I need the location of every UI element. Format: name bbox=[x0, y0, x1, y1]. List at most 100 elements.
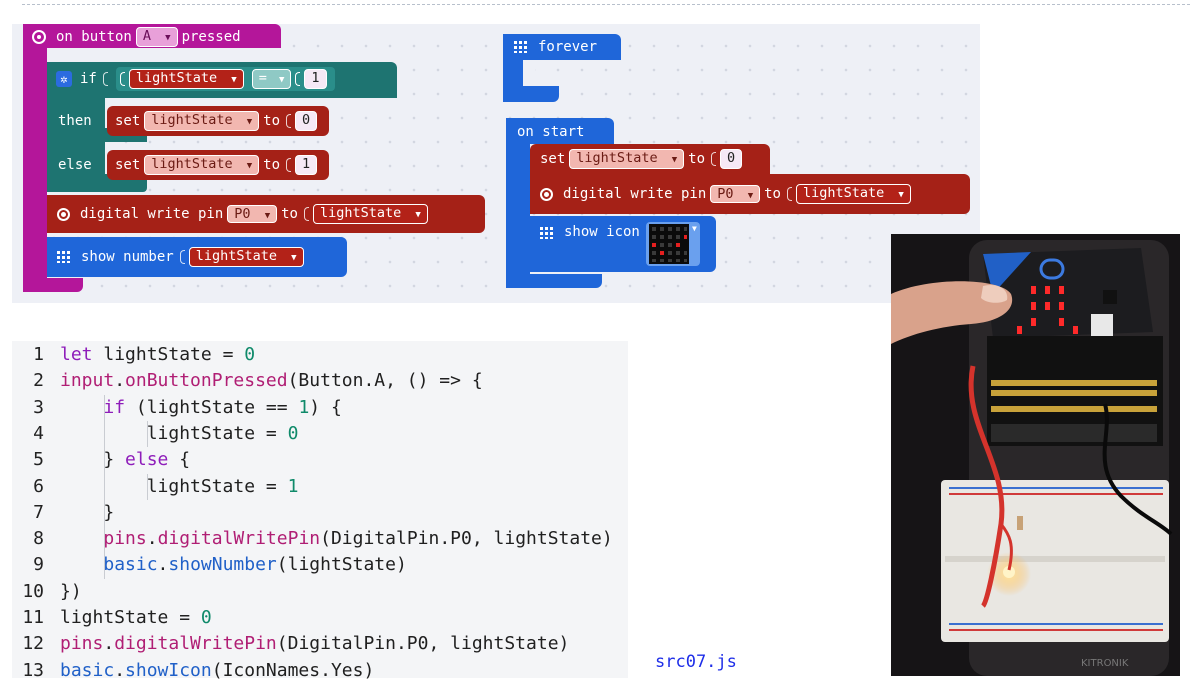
start-digital-write-block[interactable]: digital write pin P0 ▼ to lightState ▼ bbox=[530, 174, 970, 214]
code-token: (lightState == bbox=[125, 396, 299, 418]
set-else-block[interactable]: set lightState ▼ to 1 bbox=[107, 150, 330, 180]
set-then-block[interactable]: set lightState ▼ to 0 bbox=[107, 106, 330, 136]
operator-dropdown[interactable]: = ▼ bbox=[251, 69, 292, 89]
code-token: } bbox=[60, 449, 126, 471]
dropdown-caret-icon: ▼ bbox=[898, 190, 904, 200]
line-number: 10 bbox=[22, 580, 44, 602]
grid-icon bbox=[540, 227, 554, 239]
forever-label: forever bbox=[538, 39, 598, 55]
line-number: 5 bbox=[33, 449, 44, 471]
to-label: to bbox=[764, 186, 781, 202]
svg-text:KITRONIK: KITRONIK bbox=[1081, 658, 1129, 669]
dropdown-caret-icon: ▼ bbox=[246, 161, 253, 171]
start-pin-dropdown[interactable]: P0 ▼ bbox=[710, 185, 761, 203]
code-token: . bbox=[114, 659, 126, 681]
to-label: to bbox=[263, 157, 280, 173]
code-line[interactable]: 3 if (lightState == 1) { bbox=[12, 395, 342, 421]
code-line[interactable]: 6 lightState = 1 bbox=[12, 474, 298, 500]
code-token: ) { bbox=[309, 396, 342, 418]
code-token: (IconNames.Yes) bbox=[211, 659, 375, 681]
code-token: 0 bbox=[200, 607, 212, 628]
code-token: }) bbox=[60, 580, 82, 602]
on-button-block-foot bbox=[23, 278, 83, 292]
microbit-photo: KITRONIK bbox=[891, 234, 1180, 676]
start-write-var-dropdown[interactable]: lightState ▼ bbox=[795, 184, 911, 204]
icon-picker-dropdown[interactable]: ▼ bbox=[645, 222, 700, 266]
code-token: showIcon bbox=[125, 659, 212, 681]
compare-block[interactable]: lightState ▼ = ▼ 1 bbox=[115, 67, 335, 91]
on-start-header: on start bbox=[517, 121, 584, 143]
code-text: }) bbox=[60, 581, 82, 602]
pin-dropdown[interactable]: P0 ▼ bbox=[227, 205, 278, 223]
code-token: basic bbox=[60, 659, 115, 681]
line-number: 2 bbox=[33, 370, 44, 392]
code-line[interactable]: 5 } else { bbox=[12, 447, 190, 473]
set-then-var-dropdown[interactable]: lightState ▼ bbox=[144, 111, 260, 131]
compare-var-dropdown[interactable]: lightState ▼ bbox=[128, 69, 244, 89]
on-start-block-foot bbox=[506, 274, 602, 288]
code-line[interactable]: 11 lightState = 0 bbox=[12, 605, 212, 631]
code-line[interactable]: 8 pins.digitalWritePin(DigitalPin.P0, li… bbox=[12, 526, 613, 552]
code-token: onButtonPressed bbox=[125, 370, 288, 392]
show-icon-block[interactable]: show icon ▼ bbox=[530, 216, 716, 272]
file-name-label: src07.js bbox=[655, 652, 737, 672]
input-notch-icon bbox=[102, 72, 108, 86]
pressed-label: pressed bbox=[181, 29, 241, 45]
code-line[interactable]: 4 lightState = 0 bbox=[12, 421, 298, 447]
start-set-var-dropdown[interactable]: lightState ▼ bbox=[569, 149, 685, 169]
set-then-value-input[interactable]: 0 bbox=[295, 111, 318, 131]
dropdown-caret-icon: ▼ bbox=[264, 211, 271, 221]
code-line[interactable]: 1 let lightState = 0 bbox=[12, 342, 255, 368]
dashed-separator bbox=[22, 4, 1190, 5]
start-write-var: lightState bbox=[802, 185, 885, 201]
code-text: let lightState = 0 bbox=[60, 344, 255, 365]
code-token: basic bbox=[103, 554, 158, 576]
pin-icon bbox=[540, 187, 553, 201]
code-line[interactable]: 12 pins.digitalWritePin(DigitalPin.P0, li… bbox=[12, 631, 569, 657]
set-then-var: lightState bbox=[151, 112, 233, 128]
code-text: pins.digitalWritePin(DigitalPin.P0, ligh… bbox=[60, 633, 569, 654]
code-text: if (lightState == 1) { bbox=[60, 396, 342, 418]
code-line[interactable]: 9 basic.showNumber(lightState) bbox=[12, 552, 407, 578]
code-token: . bbox=[157, 554, 169, 576]
code-line[interactable]: 7 } bbox=[12, 500, 114, 526]
start-set-block[interactable]: set lightState ▼ to 0 bbox=[530, 144, 770, 174]
input-notch-icon bbox=[295, 72, 301, 86]
start-set-value-input[interactable]: 0 bbox=[720, 149, 743, 169]
code-line[interactable]: 10}) bbox=[12, 579, 82, 605]
dropdown-caret-icon: ▼ bbox=[692, 224, 697, 233]
code-token: digitalWritePin bbox=[114, 633, 277, 655]
line-number: 13 bbox=[22, 659, 44, 681]
digital-write-block[interactable]: digital write pin P0 ▼ to lightState ▼ bbox=[47, 195, 485, 233]
digital-write-var-dropdown[interactable]: lightState ▼ bbox=[312, 204, 428, 224]
code-token: . bbox=[146, 528, 158, 550]
compare-value-input[interactable]: 1 bbox=[304, 69, 327, 89]
then-text: then bbox=[58, 113, 92, 129]
code-token: lightState = bbox=[60, 475, 288, 497]
code-text: pins.digitalWritePin(DigitalPin.P0, ligh… bbox=[60, 528, 612, 550]
compare-var: lightState bbox=[135, 70, 218, 86]
code-token: pins bbox=[60, 633, 104, 655]
code-token: (lightState) bbox=[276, 554, 407, 576]
to-label: to bbox=[688, 151, 705, 167]
button-dropdown[interactable]: A ▼ bbox=[135, 27, 178, 47]
on-button-header: on button A ▼ pressed bbox=[32, 26, 241, 48]
code-line[interactable]: 2 input.onButtonPressed(Button.A, () => { bbox=[12, 368, 483, 394]
blocks-workspace[interactable]: on button A ▼ pressed ✲ if lightState ▼ … bbox=[12, 24, 980, 303]
set-else-value-input[interactable]: 1 bbox=[295, 155, 318, 175]
code-editor[interactable]: 1 let lightState = 0 2 input.onButtonPresse… bbox=[12, 341, 628, 681]
show-number-block[interactable]: show number lightState ▼ bbox=[47, 237, 347, 277]
input-notch-icon bbox=[786, 187, 792, 201]
code-token: showNumber bbox=[168, 554, 277, 576]
code-line[interactable]: 13 basic.showIcon(IconNames.Yes) bbox=[12, 658, 374, 684]
dropdown-caret-icon: ▼ bbox=[165, 33, 171, 43]
show-number-var-dropdown[interactable]: lightState ▼ bbox=[188, 247, 304, 267]
dropdown-caret-icon: ▼ bbox=[415, 210, 421, 220]
set-else-var: lightState bbox=[151, 156, 233, 172]
dropdown-caret-icon: ▼ bbox=[671, 155, 678, 165]
code-text: } bbox=[60, 502, 114, 523]
set-else-var-dropdown[interactable]: lightState ▼ bbox=[144, 155, 260, 175]
input-notch-icon bbox=[303, 207, 309, 221]
